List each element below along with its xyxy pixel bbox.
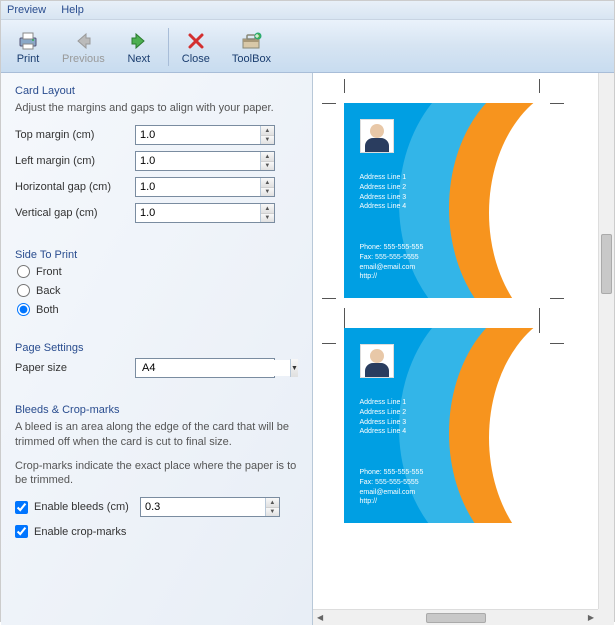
enable-bleeds-label: Enable bleeds (cm)	[34, 501, 140, 513]
spinner-up-icon[interactable]: ▲	[261, 204, 274, 214]
spinner-up-icon[interactable]: ▲	[261, 126, 274, 136]
page-settings-title: Page Settings	[15, 342, 298, 354]
close-button[interactable]: Close	[173, 24, 219, 70]
top-margin-input[interactable]: ▲▼	[135, 125, 275, 145]
spinner-down-icon[interactable]: ▼	[261, 162, 274, 171]
spinner-down-icon[interactable]: ▼	[261, 136, 274, 145]
vgap-label: Vertical gap (cm)	[15, 207, 135, 219]
enable-crop-checkbox[interactable]	[15, 525, 28, 538]
avatar	[360, 344, 394, 378]
radio-back[interactable]: Back	[15, 284, 298, 297]
hgap-input[interactable]: ▲▼	[135, 177, 275, 197]
bleeds-desc1: A bleed is an area along the edge of the…	[15, 420, 298, 449]
toolbox-button[interactable]: ToolBox	[223, 24, 280, 70]
card-preview: Address Line 1 Address Line 2 Address Li…	[344, 328, 539, 523]
avatar	[360, 119, 394, 153]
toolbox-icon	[239, 29, 263, 53]
scroll-left-icon[interactable]: ◀	[317, 613, 323, 622]
close-icon	[184, 29, 208, 53]
toolbar: Print Previous Next Close ToolBox	[1, 20, 614, 73]
printer-icon	[16, 29, 40, 53]
arrow-left-icon	[71, 29, 95, 53]
vertical-scrollbar[interactable]	[598, 73, 614, 609]
card-contact: Phone: 555-555-555 Fax: 555-555-5555 ema…	[360, 243, 424, 282]
spinner-up-icon[interactable]: ▲	[266, 498, 279, 508]
paper-size-select[interactable]: ▼	[135, 358, 275, 378]
vgap-input[interactable]: ▲▼	[135, 203, 275, 223]
card-layout-desc: Adjust the margins and gaps to align wit…	[15, 101, 298, 115]
radio-both[interactable]: Both	[15, 303, 298, 316]
card-address: Address Line 1 Address Line 2 Address Li…	[360, 398, 407, 437]
card-layout-title: Card Layout	[15, 85, 298, 97]
bleeds-value-input[interactable]: ▲▼	[140, 497, 280, 517]
scroll-right-icon[interactable]: ▶	[588, 613, 594, 622]
spinner-up-icon[interactable]: ▲	[261, 152, 274, 162]
enable-bleeds-checkbox[interactable]	[15, 501, 28, 514]
menu-preview[interactable]: Preview	[7, 4, 46, 16]
horizontal-scrollbar[interactable]: ◀ ▶	[313, 609, 598, 625]
left-margin-label: Left margin (cm)	[15, 155, 135, 167]
hgap-label: Horizontal gap (cm)	[15, 181, 135, 193]
spinner-down-icon[interactable]: ▼	[261, 188, 274, 197]
scroll-thumb[interactable]	[426, 613, 486, 623]
preview-panel: Address Line 1 Address Line 2 Address Li…	[313, 73, 614, 625]
top-margin-label: Top margin (cm)	[15, 129, 135, 141]
settings-panel: Card Layout Adjust the margins and gaps …	[1, 73, 313, 625]
left-margin-input[interactable]: ▲▼	[135, 151, 275, 171]
bleeds-title: Bleeds & Crop-marks	[15, 404, 298, 416]
enable-crop-label: Enable crop-marks	[34, 526, 126, 538]
spinner-down-icon[interactable]: ▼	[266, 508, 279, 517]
card-preview: Address Line 1 Address Line 2 Address Li…	[344, 103, 539, 298]
next-button[interactable]: Next	[118, 24, 160, 70]
card-contact: Phone: 555-555-555 Fax: 555-555-5555 ema…	[360, 468, 424, 507]
menu-help[interactable]: Help	[61, 4, 84, 16]
menubar: Preview Help	[1, 1, 614, 20]
bleeds-desc2: Crop-marks indicate the exact place wher…	[15, 459, 298, 488]
card-address: Address Line 1 Address Line 2 Address Li…	[360, 173, 407, 212]
side-to-print-title: Side To Print	[15, 249, 298, 261]
print-button[interactable]: Print	[7, 24, 49, 70]
arrow-right-icon	[127, 29, 151, 53]
radio-front[interactable]: Front	[15, 265, 298, 278]
preview-page: Address Line 1 Address Line 2 Address Li…	[313, 73, 598, 609]
chevron-down-icon[interactable]: ▼	[290, 359, 298, 377]
previous-button: Previous	[53, 24, 114, 70]
paper-size-label: Paper size	[15, 362, 135, 374]
spinner-down-icon[interactable]: ▼	[261, 214, 274, 223]
scroll-thumb[interactable]	[601, 234, 612, 294]
spinner-up-icon[interactable]: ▲	[261, 178, 274, 188]
